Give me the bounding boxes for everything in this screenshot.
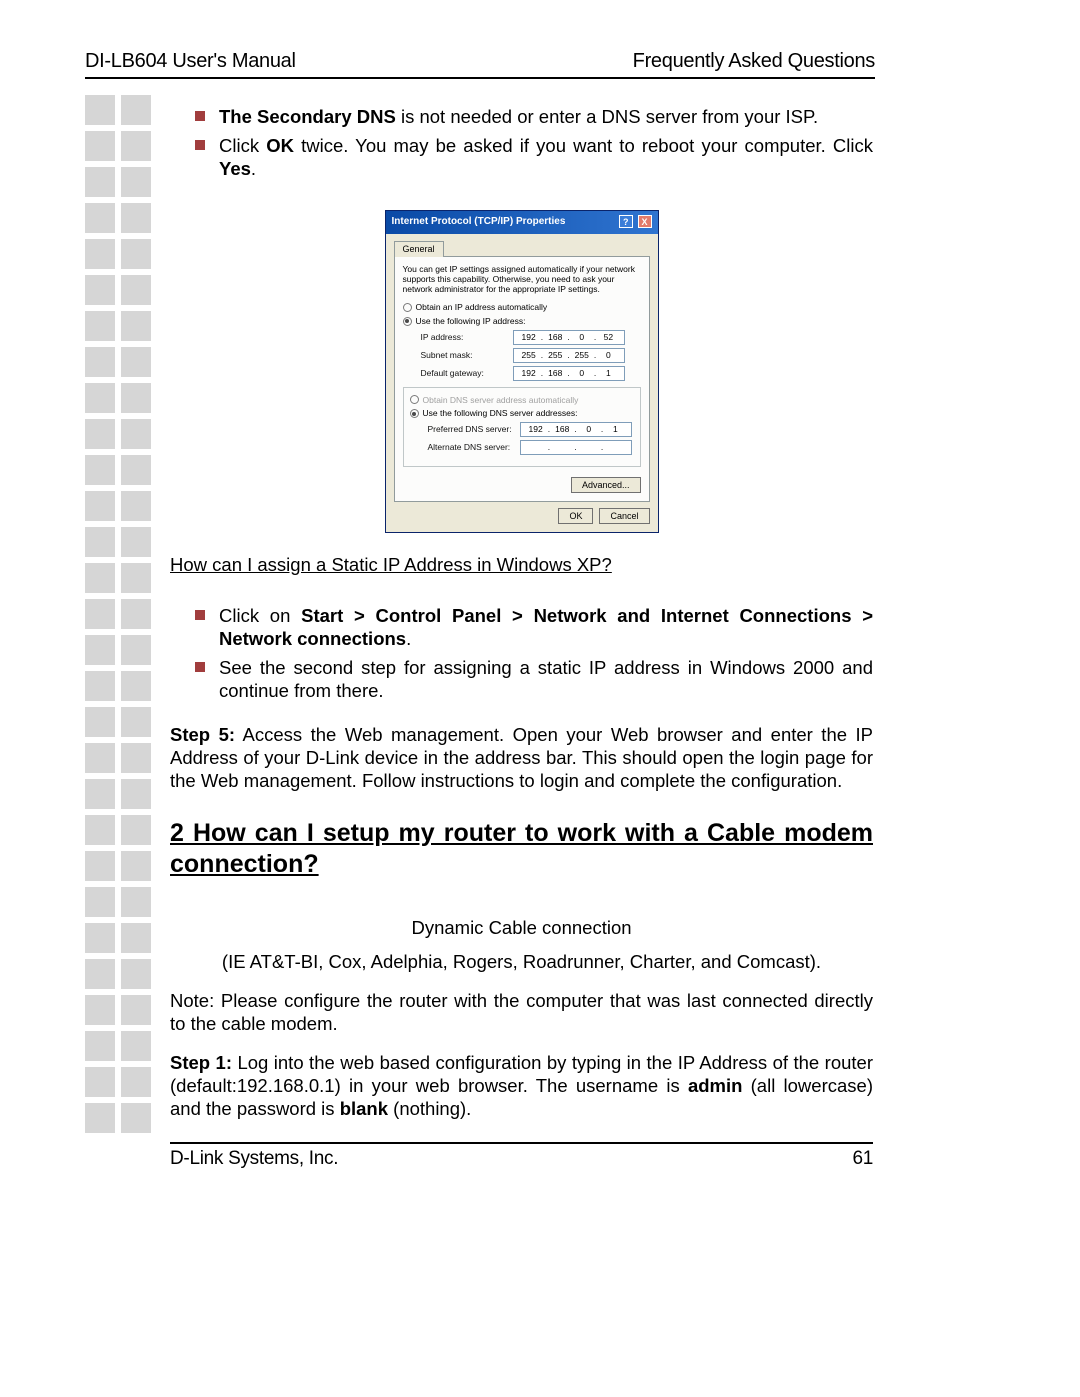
- radio-use-following-ip[interactable]: Use the following IP address:: [403, 316, 641, 327]
- question-xp-static-ip: How can I assign a Static IP Address in …: [170, 553, 873, 576]
- ok-button[interactable]: OK: [558, 508, 593, 524]
- page-footer: D-Link Systems, Inc. 61: [170, 1142, 873, 1171]
- radio-label: Use the following IP address:: [416, 316, 526, 327]
- radio-icon: [410, 395, 419, 404]
- alternate-dns-field[interactable]: . . .: [520, 440, 632, 455]
- radio-use-following-dns[interactable]: Use the following DNS server addresses:: [410, 408, 634, 419]
- step-label: Step 1:: [170, 1052, 232, 1073]
- bold-text: OK: [266, 135, 294, 156]
- bullet-list-1: The Secondary DNS is not needed or enter…: [195, 105, 873, 180]
- bullet-see-second-step: See the second step for assigning a stat…: [195, 656, 873, 702]
- text: (nothing).: [388, 1098, 471, 1119]
- octet: 255: [518, 350, 540, 361]
- octet: 255: [544, 350, 566, 361]
- bold-text: Start > Control Panel > Network and Inte…: [219, 605, 873, 649]
- step-label: Step 5:: [170, 724, 235, 745]
- bullet-click-ok: Click OK twice. You may be asked if you …: [195, 134, 873, 180]
- radio-obtain-ip-auto[interactable]: Obtain an IP address automatically: [403, 302, 641, 313]
- cancel-button[interactable]: Cancel: [599, 508, 649, 524]
- bold-text: admin: [688, 1075, 742, 1096]
- radio-icon: [403, 317, 412, 326]
- octet: 52: [597, 332, 619, 343]
- close-icon[interactable]: X: [638, 215, 652, 228]
- bullet-start-path: Click on Start > Control Panel > Network…: [195, 604, 873, 650]
- note-configure-router: Note: Please configure the router with t…: [170, 989, 873, 1035]
- default-gateway-field[interactable]: 192. 168. 0. 1: [513, 366, 625, 381]
- octet: 168: [551, 424, 573, 435]
- preferred-dns-field[interactable]: 192. 168. 0. 1: [520, 422, 632, 437]
- section-2-heading: 2 How can I setup my router to work with…: [170, 818, 873, 881]
- octet: 192: [518, 368, 540, 379]
- page-container: DI-LB604 User's Manual Frequently Asked …: [85, 50, 875, 1171]
- label-ip-address: IP address:: [403, 332, 513, 343]
- text: Click on: [219, 605, 301, 626]
- label-alternate-dns: Alternate DNS server:: [410, 442, 520, 453]
- bold-text: blank: [340, 1098, 388, 1119]
- bold-text: Yes: [219, 158, 251, 179]
- text: is not needed or enter a DNS server from…: [396, 106, 818, 127]
- bullet-list-2: Click on Start > Control Panel > Network…: [195, 604, 873, 703]
- octet: 0: [571, 332, 593, 343]
- page-header: DI-LB604 User's Manual Frequently Asked …: [85, 50, 875, 79]
- text: Click: [219, 135, 266, 156]
- ip-address-field[interactable]: 192. 168. 0. 52: [513, 330, 625, 345]
- header-left: DI-LB604 User's Manual: [85, 50, 296, 73]
- footer-page-number: 61: [852, 1147, 873, 1171]
- octet: 168: [544, 368, 566, 379]
- text: See the second step for assigning a stat…: [219, 657, 873, 701]
- advanced-button[interactable]: Advanced...: [571, 477, 641, 493]
- radio-obtain-dns-auto: Obtain DNS server address automatically: [410, 395, 634, 406]
- radio-label: Use the following DNS server addresses:: [423, 408, 578, 419]
- dynamic-cable-providers: (IE AT&T-BI, Cox, Adelphia, Rogers, Road…: [170, 950, 873, 973]
- octet: 192: [525, 424, 547, 435]
- octet: 1: [604, 424, 626, 435]
- step-text: Access the Web management. Open your Web…: [170, 724, 873, 791]
- subnet-mask-field[interactable]: 255. 255. 255. 0: [513, 348, 625, 363]
- text: .: [251, 158, 256, 179]
- step-5: Step 5: Access the Web management. Open …: [170, 723, 873, 792]
- radio-label: Obtain DNS server address automatically: [423, 395, 634, 406]
- dialog-title: Internet Protocol (TCP/IP) Properties: [392, 216, 566, 229]
- header-right: Frequently Asked Questions: [633, 50, 875, 73]
- dialog-titlebar: Internet Protocol (TCP/IP) Properties ? …: [386, 211, 658, 234]
- octet: 192: [518, 332, 540, 343]
- radio-label: Obtain an IP address automatically: [416, 302, 548, 313]
- dialog-description: You can get IP settings assigned automat…: [403, 265, 641, 294]
- octet: 255: [571, 350, 593, 361]
- octet: 0: [597, 350, 619, 361]
- radio-icon: [410, 409, 419, 418]
- dynamic-cable-title: Dynamic Cable connection: [170, 916, 873, 939]
- footer-left: D-Link Systems, Inc.: [170, 1147, 338, 1171]
- bold-text: The Secondary DNS: [219, 106, 396, 127]
- tab-general[interactable]: General: [394, 241, 444, 257]
- page-content: The Secondary DNS is not needed or enter…: [170, 105, 873, 1171]
- octet: 0: [578, 424, 600, 435]
- label-subnet-mask: Subnet mask:: [403, 350, 513, 361]
- octet: 0: [571, 368, 593, 379]
- tcpip-dialog-figure: Internet Protocol (TCP/IP) Properties ? …: [170, 210, 873, 533]
- step-1: Step 1: Log into the web based configura…: [170, 1051, 873, 1120]
- help-icon[interactable]: ?: [619, 215, 633, 228]
- octet: 168: [544, 332, 566, 343]
- bullet-secondary-dns: The Secondary DNS is not needed or enter…: [195, 105, 873, 128]
- text: twice. You may be asked if you want to r…: [294, 135, 873, 156]
- label-default-gateway: Default gateway:: [403, 368, 513, 379]
- tcpip-dialog: Internet Protocol (TCP/IP) Properties ? …: [385, 210, 659, 533]
- text: .: [406, 628, 411, 649]
- radio-icon: [403, 303, 412, 312]
- octet: 1: [597, 368, 619, 379]
- label-preferred-dns: Preferred DNS server:: [410, 424, 520, 435]
